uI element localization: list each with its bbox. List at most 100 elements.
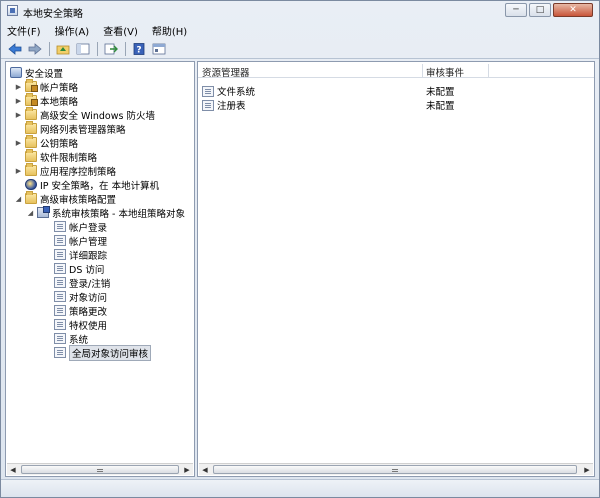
tree-item-app-control[interactable]: ▶ 应用程序控制策略 bbox=[14, 163, 116, 178]
audit-category-icon bbox=[54, 319, 66, 330]
tree-root-label: 安全设置 bbox=[25, 68, 64, 80]
tree-item-system-audit[interactable]: ◢ 系统审核策略 - 本地组策略对象 bbox=[26, 206, 185, 220]
tree-subitem-detailed-tracking[interactable]: 详细跟踪 bbox=[54, 248, 108, 262]
scroll-right-icon[interactable]: ▶ bbox=[182, 465, 192, 475]
folder-icon bbox=[25, 191, 37, 204]
tree-subitem-label: 详细跟踪 bbox=[69, 250, 108, 262]
audit-category-icon bbox=[54, 347, 66, 358]
scroll-left-icon[interactable]: ◀ bbox=[8, 465, 18, 475]
expand-arrow-icon[interactable]: ▶ bbox=[14, 96, 23, 105]
scroll-thumb[interactable] bbox=[21, 465, 179, 474]
tree-item-advanced-audit[interactable]: ◢ 高级审核策略配置 bbox=[14, 191, 117, 206]
svg-text:?: ? bbox=[136, 45, 141, 55]
tree-subitem-account-logon[interactable]: 帐户登录 bbox=[54, 220, 107, 234]
minimize-button[interactable]: ─ bbox=[505, 3, 527, 17]
audit-category-icon bbox=[54, 263, 66, 274]
expand-spacer bbox=[14, 124, 23, 133]
list-row-registry[interactable]: 注册表 未配置 bbox=[198, 98, 594, 112]
menu-file[interactable]: 文件(F) bbox=[7, 23, 41, 38]
expand-arrow-icon[interactable]: ▶ bbox=[14, 82, 23, 91]
tree-subitem-label: 策略更改 bbox=[69, 306, 108, 318]
firewall-icon bbox=[25, 107, 37, 120]
scroll-right-icon[interactable]: ▶ bbox=[582, 465, 592, 475]
file-system-icon bbox=[202, 85, 214, 97]
tree-subitem-system[interactable]: 系统 bbox=[54, 332, 89, 346]
list-horizontal-scrollbar[interactable]: ◀ ▶ bbox=[199, 463, 593, 475]
tree-item-firewall[interactable]: ▶ 高级安全 Windows 防火墙 bbox=[14, 107, 155, 122]
column-header-audit-events[interactable]: 审核事件 bbox=[426, 65, 464, 79]
back-arrow-icon bbox=[8, 42, 22, 55]
column-header-resource-manager[interactable]: 资源管理器 bbox=[202, 65, 250, 79]
tree-item-label: 网络列表管理器策略 bbox=[40, 124, 126, 136]
forward-button[interactable] bbox=[27, 42, 43, 56]
properties-button[interactable] bbox=[151, 42, 167, 56]
tree-item-public-key[interactable]: ▶ 公钥策略 bbox=[14, 135, 79, 150]
expand-spacer bbox=[14, 152, 23, 161]
collapse-arrow-icon[interactable]: ◢ bbox=[26, 208, 35, 217]
tree-subitem-object-access[interactable]: 对象访问 bbox=[54, 290, 108, 304]
app-window: 本地安全策略 ─ □ ✕ 文件(F) 操作(A) 查看(V) 帮助(H) ? 安… bbox=[0, 0, 600, 498]
menu-action[interactable]: 操作(A) bbox=[55, 23, 90, 38]
tree-item-account-policies[interactable]: ▶ 帐户策略 bbox=[14, 79, 78, 94]
tree-item-software-restriction[interactable]: 软件限制策略 bbox=[14, 149, 98, 164]
list-item-name: 文件系统 bbox=[217, 87, 256, 98]
tree-item-label: IP 安全策略，在 本地计算机 bbox=[40, 180, 160, 192]
tree-item-network-list[interactable]: 网络列表管理器策略 bbox=[14, 121, 126, 136]
tree-item-label: 软件限制策略 bbox=[40, 152, 98, 164]
column-divider[interactable] bbox=[422, 64, 423, 78]
menu-bar: 文件(F) 操作(A) 查看(V) 帮助(H) bbox=[1, 21, 599, 39]
export-list-button[interactable] bbox=[103, 42, 119, 56]
menu-view[interactable]: 查看(V) bbox=[103, 23, 138, 38]
lock-folder-icon bbox=[25, 93, 38, 106]
scroll-thumb[interactable] bbox=[213, 465, 577, 474]
help-button[interactable]: ? bbox=[131, 42, 147, 56]
expand-arrow-icon[interactable]: ▶ bbox=[14, 110, 23, 119]
close-button[interactable]: ✕ bbox=[553, 3, 593, 17]
help-icon: ? bbox=[133, 42, 145, 55]
audit-category-icon bbox=[54, 333, 66, 344]
tree-subitem-label: 对象访问 bbox=[69, 292, 108, 304]
tree-subitem-label-selected: 全局对象访问审核 bbox=[69, 344, 152, 361]
registry-icon bbox=[202, 99, 214, 111]
up-folder-icon bbox=[56, 45, 70, 54]
tree-subitem-policy-change[interactable]: 策略更改 bbox=[54, 304, 108, 318]
back-button[interactable] bbox=[7, 42, 23, 56]
tree-item-label: 本地策略 bbox=[40, 96, 79, 108]
tree-item-local-policies[interactable]: ▶ 本地策略 bbox=[14, 93, 79, 108]
column-divider[interactable] bbox=[488, 64, 489, 78]
tree-root[interactable]: 安全设置 bbox=[10, 66, 64, 80]
tree-subitem-label: 系统 bbox=[69, 334, 89, 346]
tree-subitem-ds-access[interactable]: DS 访问 bbox=[54, 262, 105, 276]
tree-horizontal-scrollbar[interactable]: ◀ ▶ bbox=[7, 463, 193, 475]
audit-category-icon bbox=[54, 277, 66, 288]
up-folder-button[interactable] bbox=[55, 42, 71, 56]
tree-subitem-logon-logoff[interactable]: 登录/注销 bbox=[54, 276, 111, 290]
collapse-arrow-icon[interactable]: ◢ bbox=[14, 194, 23, 203]
tree-subitem-privilege-use[interactable]: 特权使用 bbox=[54, 318, 107, 332]
toolbar: ? bbox=[1, 39, 599, 59]
window-title: 本地安全策略 bbox=[23, 9, 83, 20]
folder-icon bbox=[25, 135, 37, 148]
status-bar bbox=[1, 479, 599, 497]
console-tree-pane: 安全设置 ▶ 帐户策略 ▶ 本地策略 ▶ 高级安全 Windows 防火墙 网络… bbox=[5, 61, 195, 477]
title-bar: 本地安全策略 ─ □ ✕ bbox=[1, 1, 599, 21]
tree-subitem-label: 登录/注销 bbox=[69, 278, 111, 290]
list-row-file-system[interactable]: 文件系统 未配置 bbox=[198, 84, 594, 98]
toolbar-separator bbox=[125, 41, 126, 56]
details-pane: 资源管理器 审核事件 文件系统 未配置 注册表 未配置 ◀ ▶ bbox=[197, 61, 595, 477]
maximize-button[interactable]: □ bbox=[529, 3, 551, 17]
tree-item-label: 公钥策略 bbox=[40, 138, 79, 150]
caption-buttons: ─ □ ✕ bbox=[503, 3, 593, 17]
tree-subitem-global-object-access[interactable]: 全局对象访问审核 bbox=[54, 344, 152, 361]
export-list-icon bbox=[104, 43, 118, 54]
menu-help[interactable]: 帮助(H) bbox=[152, 23, 187, 38]
expand-arrow-icon[interactable]: ▶ bbox=[14, 138, 23, 147]
tree-subitem-account-management[interactable]: 帐户管理 bbox=[54, 234, 107, 248]
scroll-left-icon[interactable]: ◀ bbox=[200, 465, 210, 475]
tree-item-label: 高级审核策略配置 bbox=[40, 194, 117, 206]
tree-item-ipsec[interactable]: IP 安全策略，在 本地计算机 bbox=[14, 178, 160, 192]
expand-arrow-icon[interactable]: ▶ bbox=[14, 166, 23, 175]
show-hide-tree-button[interactable] bbox=[75, 42, 91, 56]
tree-subitem-label: DS 访问 bbox=[69, 264, 105, 276]
list-item: 注册表 bbox=[202, 98, 246, 112]
